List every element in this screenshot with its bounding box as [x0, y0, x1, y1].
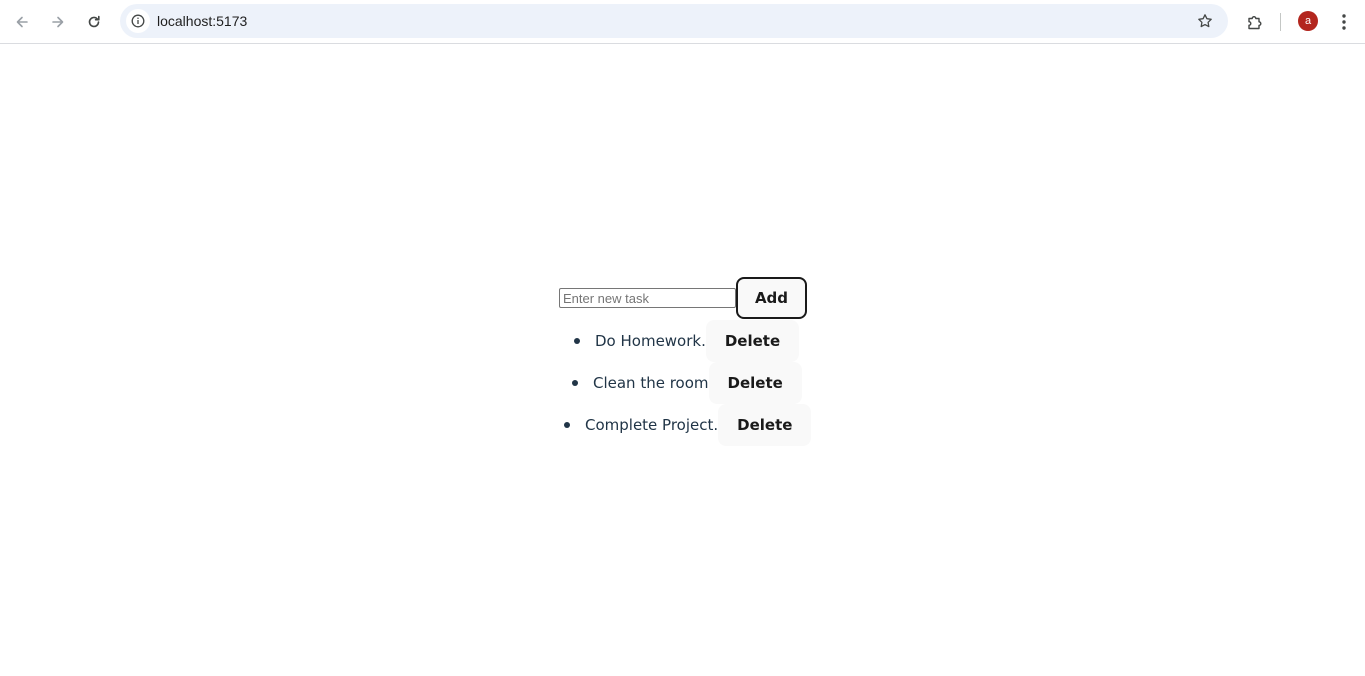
site-info-icon	[131, 14, 145, 28]
delete-task-button[interactable]: Delete	[718, 404, 812, 446]
task-text: Clean the room	[593, 374, 709, 392]
reload-button[interactable]	[80, 8, 108, 36]
new-task-form: Add	[559, 277, 807, 319]
todo-app: Add Do Homework. Delete Clean the room D…	[0, 45, 1365, 676]
task-text: Do Homework.	[595, 332, 706, 350]
more-menu-icon	[1342, 14, 1346, 30]
task-list-item: Complete Project. Delete	[564, 404, 812, 446]
reload-icon	[88, 15, 100, 28]
extensions-button[interactable]	[1242, 9, 1268, 35]
task-text: Complete Project.	[585, 416, 719, 434]
delete-task-button[interactable]: Delete	[705, 320, 800, 362]
back-button[interactable]	[8, 8, 36, 36]
forward-button[interactable]	[44, 8, 72, 36]
bookmark-button[interactable]	[1194, 10, 1216, 32]
task-list-item: Clean the room Delete	[572, 362, 802, 404]
toolbar-divider	[1280, 13, 1281, 31]
address-bar[interactable]: localhost:5173	[120, 4, 1228, 38]
back-arrow-icon	[16, 16, 28, 28]
add-task-button[interactable]: Add	[736, 277, 807, 319]
list-bullet	[564, 422, 570, 428]
forward-arrow-icon	[52, 16, 64, 28]
extensions-icon	[1248, 16, 1262, 30]
list-bullet	[572, 380, 578, 386]
new-task-input[interactable]	[559, 288, 736, 308]
site-info-button[interactable]	[126, 9, 150, 33]
list-bullet	[574, 338, 580, 344]
bookmark-star-icon	[1198, 14, 1212, 28]
browser-toolbar: localhost:5173 a	[0, 0, 1365, 44]
task-list-item: Do Homework. Delete	[574, 320, 800, 362]
delete-task-button[interactable]: Delete	[708, 362, 802, 404]
more-menu-button[interactable]	[1332, 9, 1356, 35]
profile-avatar[interactable]: a	[1298, 11, 1318, 31]
url-text[interactable]: localhost:5173	[157, 13, 247, 29]
